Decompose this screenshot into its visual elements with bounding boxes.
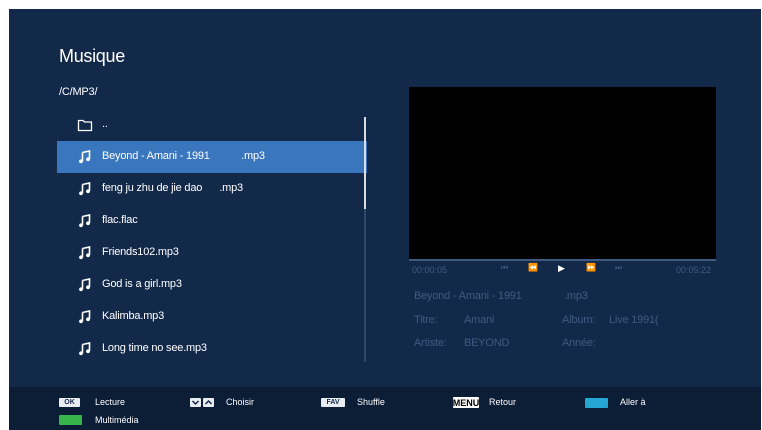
- play-icon[interactable]: ▶: [558, 263, 565, 274]
- album-value: Live 1991(: [609, 314, 659, 326]
- artist-label: Artiste:: [414, 337, 447, 349]
- list-item-label: Long time no see.mp3: [102, 342, 207, 354]
- list-item-label: Friends102.mp3: [102, 246, 179, 258]
- year-label: Année:: [562, 337, 596, 349]
- shuffle-hint-label: Shuffle: [357, 397, 385, 407]
- music-note-icon: [77, 149, 93, 165]
- now-playing-extension: .mp3: [564, 290, 588, 302]
- media-player-screen: Musique /C/MP3/ .. Beyond - Amani - 1991…: [9, 9, 761, 430]
- list-item[interactable]: God is a girl.mp3: [57, 269, 367, 301]
- goto-hint-label: Aller à: [620, 397, 646, 407]
- rewind-icon[interactable]: ⏪: [528, 263, 538, 272]
- album-label: Album:: [562, 314, 596, 326]
- green-key-icon: [59, 415, 82, 425]
- artist-value: BEYOND: [464, 337, 510, 349]
- video-preview: [409, 87, 716, 259]
- music-note-icon: [77, 181, 93, 197]
- title-value: Amani: [464, 314, 495, 326]
- bottom-hint-bar: OK Lecture Choisir FAV Shuffle MENU Reto…: [9, 387, 761, 430]
- page-title: Musique: [59, 46, 125, 66]
- file-list: .. Beyond - Amani - 1991 .mp3 feng ju zh…: [57, 109, 367, 365]
- blue-key-icon: [585, 398, 608, 408]
- list-item-label: Beyond - Amani - 1991 .mp3: [102, 150, 265, 162]
- list-item[interactable]: Beyond - Amani - 1991 .mp3: [57, 141, 367, 173]
- fav-key-icon: FAV: [321, 398, 345, 407]
- multimedia-hint-label: Multimédia: [95, 415, 139, 425]
- list-item[interactable]: Long time no see.mp3: [57, 333, 367, 365]
- folder-icon: [77, 117, 93, 133]
- progress-bar[interactable]: [409, 259, 716, 261]
- title-label: Titre:: [414, 314, 438, 326]
- menu-key-icon: MENU: [452, 397, 480, 408]
- list-item-label: Kalimba.mp3: [102, 310, 164, 322]
- list-item-label: flac.flac: [102, 214, 138, 226]
- list-item[interactable]: Kalimba.mp3: [57, 301, 367, 333]
- list-item-parent-folder[interactable]: ..: [57, 109, 367, 141]
- arrow-down-icon: [190, 398, 201, 407]
- list-item[interactable]: flac.flac: [57, 205, 367, 237]
- current-path: /C/MP3/: [59, 86, 98, 98]
- scrollbar-thumb[interactable]: [364, 117, 366, 209]
- previous-track-icon[interactable]: ⏮: [501, 263, 508, 273]
- list-item[interactable]: Friends102.mp3: [57, 237, 367, 269]
- music-note-icon: [77, 309, 93, 325]
- next-track-icon[interactable]: ⏭: [615, 263, 622, 273]
- fast-forward-icon[interactable]: ⏩: [586, 263, 596, 272]
- list-item-label: feng ju zhu de jie dao .mp3: [102, 182, 243, 194]
- music-note-icon: [77, 245, 93, 261]
- total-time: 00:05:22: [676, 265, 712, 275]
- music-note-icon: [77, 213, 93, 229]
- list-item-label: God is a girl.mp3: [102, 278, 182, 290]
- arrow-up-icon: [203, 398, 214, 407]
- ok-key-icon: OK: [59, 398, 80, 407]
- music-note-icon: [77, 277, 93, 293]
- list-item-label: ..: [102, 118, 108, 130]
- list-scrollbar[interactable]: [364, 117, 366, 362]
- elapsed-time: 00:00:05: [412, 265, 448, 275]
- list-item[interactable]: feng ju zhu de jie dao .mp3: [57, 173, 367, 205]
- choose-hint-label: Choisir: [226, 397, 255, 407]
- back-hint-label: Retour: [489, 397, 517, 407]
- music-note-icon: [77, 341, 93, 357]
- ok-hint-label: Lecture: [95, 397, 126, 407]
- now-playing-name: Beyond - Amani - 1991: [414, 290, 522, 302]
